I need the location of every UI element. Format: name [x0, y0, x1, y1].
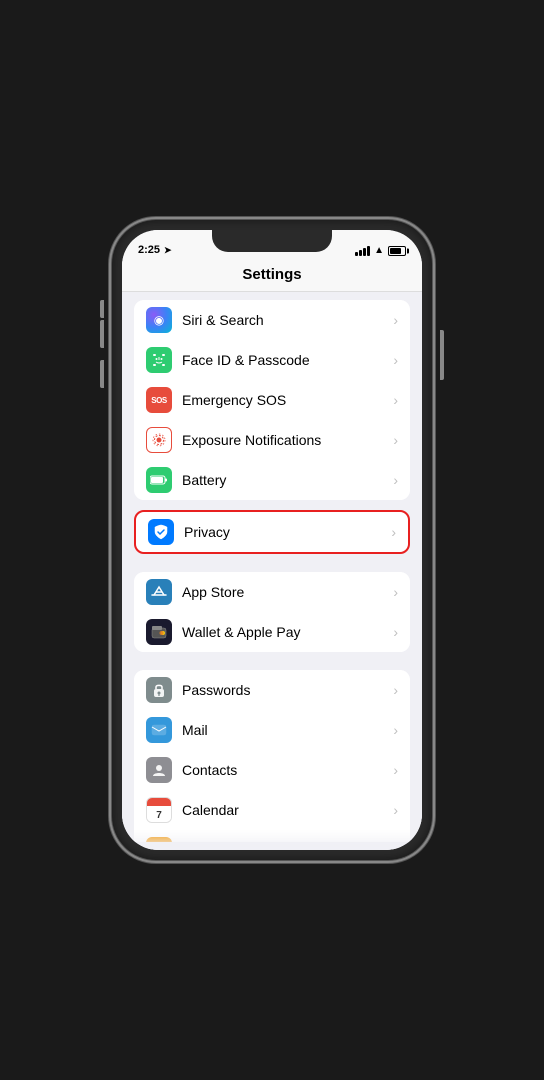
- privacy-chevron: ›: [391, 524, 396, 540]
- siri-icon: ◉: [146, 307, 172, 333]
- siri-label: Siri & Search: [182, 312, 389, 328]
- exposure-label: Exposure Notifications: [182, 432, 389, 448]
- privacy-highlighted-item[interactable]: Privacy ›: [134, 510, 410, 554]
- mail-icon: [146, 717, 172, 743]
- power-button[interactable]: [440, 330, 444, 380]
- privacy-icon: [148, 519, 174, 545]
- calendar-icon: 7: [146, 797, 172, 823]
- appstore-label: App Store: [182, 584, 389, 600]
- sos-chevron: ›: [393, 392, 398, 408]
- faceid-label: Face ID & Passcode: [182, 352, 389, 368]
- exposure-chevron: ›: [393, 432, 398, 448]
- notch: [212, 230, 332, 252]
- settings-item-notes[interactable]: Notes ›: [134, 830, 410, 842]
- passwords-label: Passwords: [182, 682, 389, 698]
- appstore-chevron: ›: [393, 584, 398, 600]
- mute-button[interactable]: [100, 300, 104, 318]
- location-icon: ➤: [164, 245, 172, 256]
- settings-item-siri[interactable]: ◉ Siri & Search ›: [134, 300, 410, 340]
- battery-label: Battery: [182, 472, 389, 488]
- mail-chevron: ›: [393, 722, 398, 738]
- phone-frame: 2:25 ➤ ▲ Settings: [112, 220, 432, 860]
- section-productivity: Passwords › Mail ›: [122, 662, 422, 842]
- exposure-icon: [146, 427, 172, 453]
- notes-icon: [146, 837, 172, 842]
- passwords-chevron: ›: [393, 682, 398, 698]
- settings-item-appstore[interactable]: App Store ›: [134, 572, 410, 612]
- section-apps: App Store ›: [122, 564, 422, 652]
- privacy-label: Privacy: [184, 524, 387, 540]
- volume-up-button[interactable]: [100, 320, 104, 348]
- wifi-icon: ▲: [374, 245, 384, 256]
- settings-item-battery[interactable]: Battery ›: [134, 460, 410, 500]
- volume-down-button[interactable]: [100, 360, 104, 388]
- wallet-icon: [146, 619, 172, 645]
- time-display: 2:25: [138, 244, 160, 256]
- calendar-label: Calendar: [182, 802, 389, 818]
- siri-chevron: ›: [393, 312, 398, 328]
- group-security: ◉ Siri & Search ›: [134, 300, 410, 500]
- settings-item-privacy[interactable]: Privacy ›: [136, 512, 408, 552]
- group-productivity: Passwords › Mail ›: [134, 670, 410, 842]
- battery-settings-icon: [146, 467, 172, 493]
- passwords-icon: [146, 677, 172, 703]
- wallet-label: Wallet & Apple Pay: [182, 624, 389, 640]
- settings-screen: Settings ◉ Siri & Search ›: [122, 260, 422, 850]
- settings-item-mail[interactable]: Mail ›: [134, 710, 410, 750]
- mail-label: Mail: [182, 722, 389, 738]
- settings-item-sos[interactable]: SOS Emergency SOS ›: [134, 380, 410, 420]
- contacts-icon: [146, 757, 172, 783]
- appstore-icon: [146, 579, 172, 605]
- page-title: Settings: [122, 260, 422, 292]
- settings-item-faceid[interactable]: Face ID & Passcode ›: [134, 340, 410, 380]
- contacts-label: Contacts: [182, 762, 389, 778]
- group-apps: App Store ›: [134, 572, 410, 652]
- settings-item-wallet[interactable]: Wallet & Apple Pay ›: [134, 612, 410, 652]
- settings-item-passwords[interactable]: Passwords ›: [134, 670, 410, 710]
- wallet-chevron: ›: [393, 624, 398, 640]
- battery-chevron: ›: [393, 472, 398, 488]
- settings-item-calendar[interactable]: 7 Calendar ›: [134, 790, 410, 830]
- sos-icon: SOS: [146, 387, 172, 413]
- battery-indicator: [388, 246, 406, 256]
- section-security: ◉ Siri & Search ›: [122, 292, 422, 500]
- calendar-chevron: ›: [393, 802, 398, 818]
- settings-item-contacts[interactable]: Contacts ›: [134, 750, 410, 790]
- contacts-chevron: ›: [393, 762, 398, 778]
- faceid-icon: [146, 347, 172, 373]
- sos-label: Emergency SOS: [182, 392, 389, 408]
- signal-strength: [355, 246, 370, 256]
- faceid-chevron: ›: [393, 352, 398, 368]
- settings-list[interactable]: ◉ Siri & Search ›: [122, 292, 422, 842]
- settings-item-exposure[interactable]: Exposure Notifications ›: [134, 420, 410, 460]
- phone-screen: 2:25 ➤ ▲ Settings: [122, 230, 422, 850]
- svg-text:7: 7: [156, 810, 162, 821]
